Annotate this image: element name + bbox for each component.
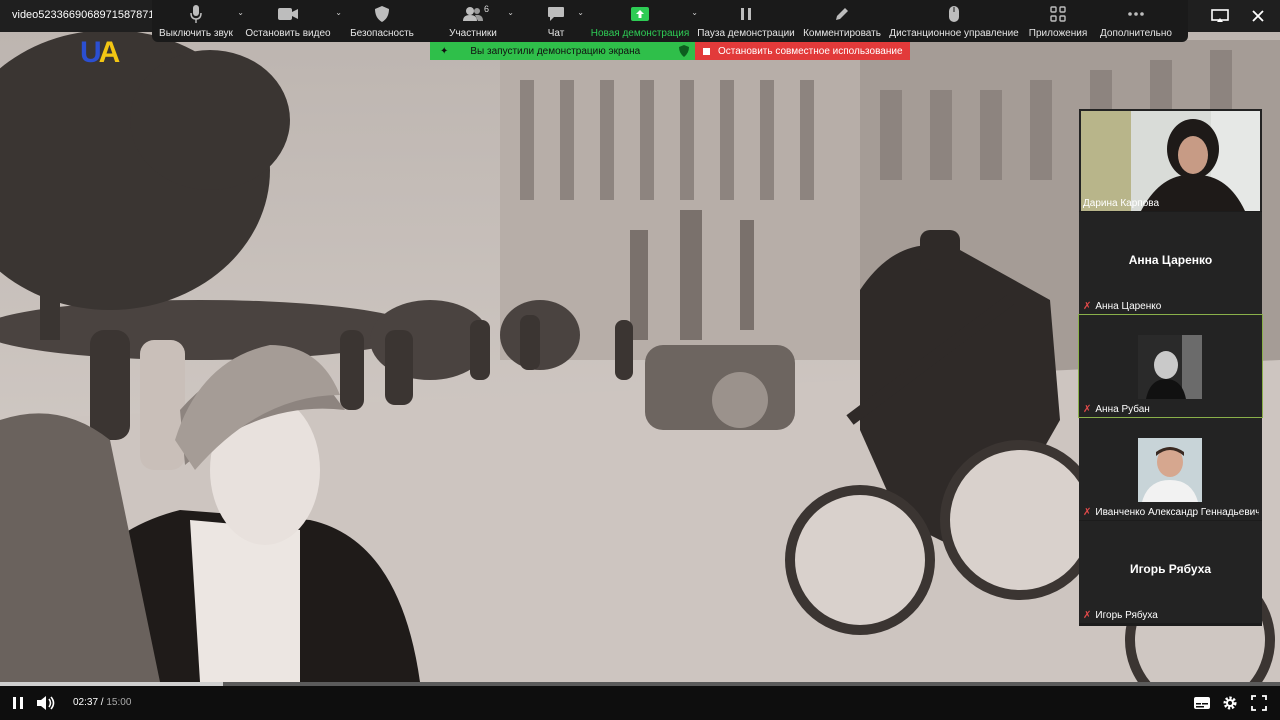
participant-name: Дарина Карпова	[1083, 198, 1160, 209]
muted-mic-icon: ✗	[1083, 507, 1092, 518]
chevron-down-icon[interactable]: ⌄	[507, 8, 514, 17]
participant-display-name: Игорь Рябуха	[1129, 562, 1212, 576]
subtitles-icon[interactable]	[1192, 694, 1212, 712]
window-controls	[1208, 4, 1270, 28]
participant-avatar	[1138, 438, 1202, 502]
zoom-screen-share-window: UA video5233669068971587871 Выключить зв…	[0, 0, 1280, 720]
mute-button[interactable]: Выключить звук ⌄	[154, 4, 244, 42]
sharing-status-banner: ✦ Вы запустили демонстрацию экрана	[430, 42, 695, 60]
video-filename: video5233669068971587871	[12, 9, 155, 21]
pause-share-label: Пауза демонстрации	[697, 28, 795, 39]
apps-icon	[1050, 4, 1066, 24]
participant-display-name: Анна Царенко	[1128, 253, 1213, 267]
stop-video-button[interactable]: Остановить видео ⌄	[240, 4, 342, 42]
new-share-label: Новая демонстрация	[590, 28, 690, 39]
stop-share-label: Остановить совместное использование	[718, 45, 903, 57]
new-share-button[interactable]: Новая демонстрация ⌄	[588, 4, 698, 42]
total-time: 15:00	[106, 697, 132, 708]
more-icon	[1127, 4, 1145, 24]
shield-check-icon	[679, 45, 689, 60]
annotate-button[interactable]: Комментировать	[800, 4, 884, 42]
chat-label: Чат	[547, 28, 565, 39]
participants-button[interactable]: 6 Участники ⌄	[438, 4, 514, 42]
participant-name: ✗ Игорь Рябуха	[1083, 610, 1158, 621]
meeting-toolbar: Выключить звук ⌄ Остановить видео ⌄ Безо…	[152, 0, 1188, 42]
participant-video-feed	[1081, 111, 1260, 211]
security-label: Безопасность	[350, 28, 414, 39]
mouse-icon	[948, 4, 960, 24]
logo-letter-a: A	[98, 36, 121, 69]
participants-count-badge: 6	[484, 4, 490, 14]
apps-label: Приложения	[1028, 28, 1088, 39]
more-label: Дополнительно	[1100, 28, 1172, 39]
player-controls: 02:37 / 15:00	[0, 686, 1280, 720]
current-time: 02:37	[73, 697, 99, 708]
participant-tile[interactable]: Анна Царенко ✗ Анна Царенко	[1079, 212, 1262, 314]
chevron-down-icon[interactable]: ⌄	[577, 8, 584, 17]
security-button[interactable]: Безопасность	[344, 4, 420, 42]
remote-control-label: Дистанционное управление	[889, 28, 1019, 39]
stop-square-icon	[703, 47, 710, 55]
participant-tile[interactable]: Игорь Рябуха ✗ Игорь Рябуха	[1079, 521, 1262, 623]
participant-name: ✗ Иванченко Александр Геннадьевич	[1083, 507, 1259, 518]
pause-share-button[interactable]: Пауза демонстрации	[696, 4, 796, 42]
chat-icon	[547, 4, 565, 24]
muted-mic-icon: ✗	[1083, 301, 1092, 312]
fullscreen-icon[interactable]	[1249, 694, 1269, 712]
ua-channel-logo: UA	[80, 36, 121, 70]
more-button[interactable]: Дополнительно	[1096, 4, 1176, 42]
participant-avatar	[1138, 335, 1202, 399]
settings-gear-icon[interactable]	[1220, 694, 1240, 712]
participant-name: ✗ Анна Царенко	[1083, 301, 1162, 312]
share-pin-icon[interactable]: ✦	[440, 46, 448, 57]
microphone-icon	[189, 4, 203, 24]
apps-button[interactable]: Приложения	[1026, 4, 1090, 42]
sharing-status-text: Вы запустили демонстрацию экрана	[470, 45, 641, 57]
participant-name: ✗ Анна Рубан	[1083, 404, 1150, 415]
pause-icon	[740, 4, 752, 24]
video-camera-icon	[277, 4, 299, 24]
stop-video-label: Остановить видео	[245, 28, 331, 39]
participants-label: Участники	[449, 28, 497, 39]
pause-icon[interactable]	[8, 694, 28, 712]
share-screen-icon	[630, 4, 650, 24]
mute-label: Выключить звук	[159, 28, 233, 39]
muted-mic-icon: ✗	[1083, 610, 1092, 621]
participant-tile[interactable]: ✗ Иванченко Александр Геннадьевич	[1079, 418, 1262, 520]
cast-icon[interactable]	[1208, 4, 1232, 28]
muted-mic-icon: ✗	[1083, 404, 1092, 415]
playback-time: 02:37 / 15:00	[73, 697, 131, 708]
chat-button[interactable]: Чат ⌄	[534, 4, 584, 42]
logo-letter-u: U	[80, 36, 102, 69]
remote-control-button[interactable]: Дистанционное управление	[888, 4, 1020, 42]
shield-icon	[374, 4, 390, 24]
chevron-down-icon[interactable]: ⌄	[335, 8, 342, 17]
participant-tile[interactable]: Дарина Карпова	[1079, 109, 1262, 211]
stop-share-button[interactable]: Остановить совместное использование	[695, 42, 910, 60]
annotate-label: Комментировать	[803, 28, 881, 39]
volume-icon[interactable]	[36, 694, 56, 712]
participant-tile-active-speaker[interactable]: ✗ Анна Рубан	[1078, 314, 1263, 418]
close-icon[interactable]	[1246, 4, 1270, 28]
pencil-icon	[834, 4, 850, 24]
participants-icon	[462, 4, 484, 24]
participants-panel: Дарина Карпова Анна Царенко ✗ Анна Царенк…	[1078, 109, 1263, 626]
